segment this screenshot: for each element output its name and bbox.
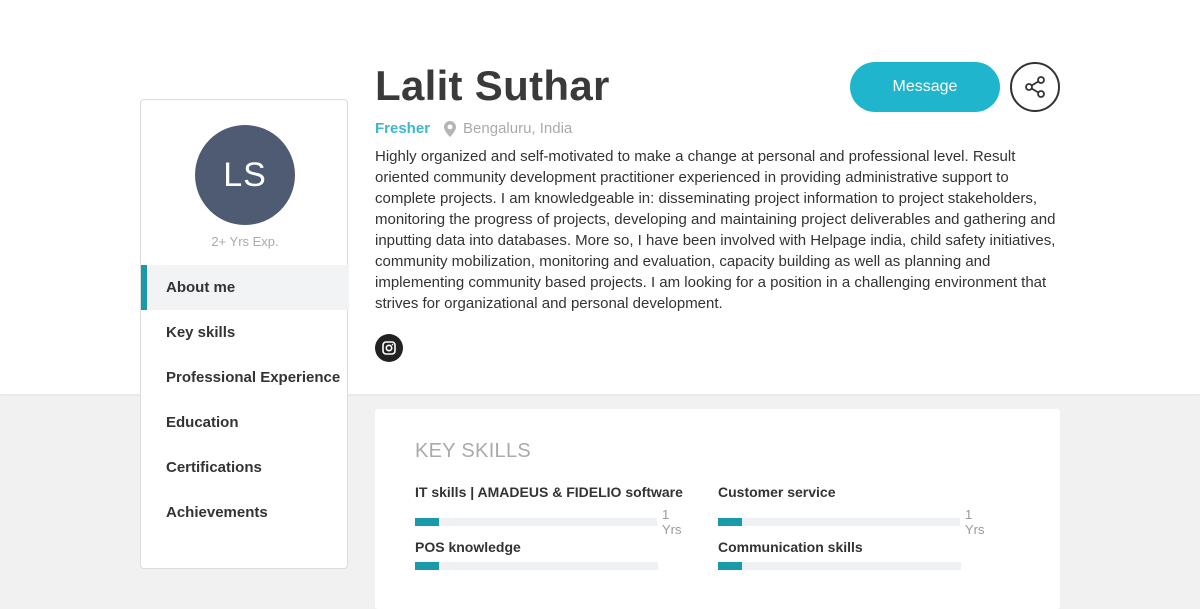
sidebar-item-certifications[interactable]: Certifications [141, 445, 349, 490]
skill-item: POS knowledge [415, 539, 692, 570]
skill-item: Communication skills [718, 539, 995, 570]
skill-name: Communication skills [718, 539, 863, 555]
share-icon [1023, 75, 1047, 99]
skill-years: 1 Yrs [662, 507, 682, 537]
instagram-link[interactable] [375, 334, 403, 362]
key-skills-title: KEY SKILLS [415, 440, 532, 462]
skill-progress-fill [415, 562, 440, 570]
experience-label: 2+ Yrs Exp. [211, 234, 279, 249]
sidebar-item-key-skills[interactable]: Key skills [141, 310, 349, 355]
key-skills-card: KEY SKILLS IT skills | AMADEUS & FIDELIO… [375, 409, 1060, 609]
skill-item: Customer service 1 Yrs [718, 484, 995, 537]
profile-bio: Highly organized and self-motivated to m… [375, 148, 1056, 312]
profile-sidebar: LS 2+ Yrs Exp. About me Key skills Profe… [140, 99, 349, 569]
sidebar-item-achievements[interactable]: Achievements [141, 490, 349, 535]
skill-years: 1 Yrs [965, 507, 985, 537]
skill-progress-bar [415, 518, 658, 526]
profile-meta: Fresher Bengaluru, India [375, 120, 572, 137]
share-button[interactable] [1010, 62, 1060, 112]
skill-name: IT skills | AMADEUS & FIDELIO software [415, 484, 683, 500]
sidebar-nav: About me Key skills Professional Experie… [141, 265, 349, 535]
sidebar-item-professional-experience[interactable]: Professional Experience [141, 355, 349, 400]
skill-progress-fill [718, 562, 743, 570]
skill-item: IT skills | AMADEUS & FIDELIO software 1… [415, 484, 692, 537]
skill-progress-bar [718, 518, 961, 526]
skill-name: POS knowledge [415, 539, 521, 555]
skill-progress-fill [415, 518, 440, 526]
sidebar-item-about-me[interactable]: About me [141, 265, 349, 310]
skill-name: Customer service [718, 484, 836, 500]
status-badge: Fresher [375, 120, 431, 137]
skill-progress-bar [415, 562, 658, 570]
instagram-icon [382, 341, 396, 355]
skill-progress-bar [718, 562, 961, 570]
location-pin-icon [444, 120, 457, 137]
skill-progress-fill [718, 518, 743, 526]
message-button[interactable]: Message [850, 62, 1000, 112]
avatar: LS [195, 125, 295, 225]
profile-name: Lalit Suthar [375, 62, 610, 109]
profile-location: Bengaluru, India [463, 120, 573, 137]
sidebar-item-education[interactable]: Education [141, 400, 349, 445]
